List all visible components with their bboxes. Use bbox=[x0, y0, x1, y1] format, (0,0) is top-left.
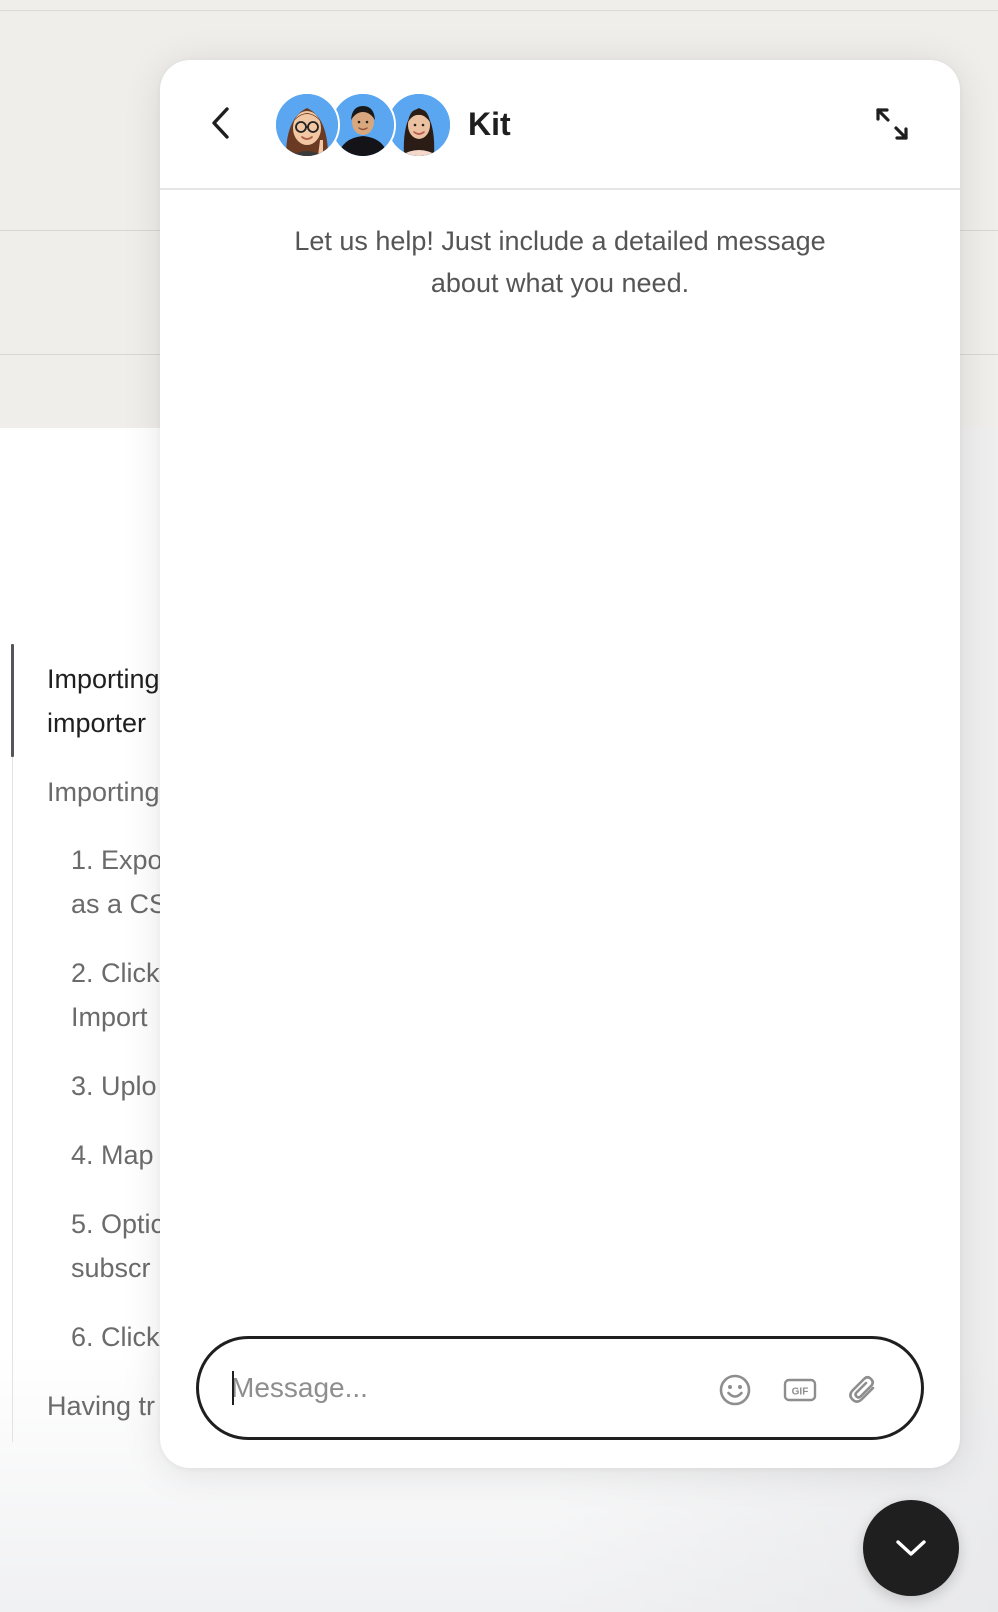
chat-panel: Kit Let us help! Just include a detailed… bbox=[160, 60, 960, 1468]
toc-item[interactable]: 3. Uplo bbox=[71, 1064, 157, 1108]
toc-item[interactable]: 4. Map bbox=[71, 1133, 154, 1177]
message-composer: GIF bbox=[196, 1336, 924, 1440]
toc-item[interactable]: Import bbox=[71, 995, 148, 1039]
gif-label: GIF bbox=[792, 1387, 809, 1398]
toc-item[interactable]: Importing bbox=[47, 657, 160, 701]
attachment-button[interactable] bbox=[844, 1371, 882, 1409]
attachment-icon bbox=[849, 1375, 875, 1403]
gif-icon: GIF bbox=[783, 1378, 817, 1402]
emoji-button[interactable] bbox=[716, 1371, 754, 1409]
chevron-down-icon bbox=[896, 1540, 926, 1556]
toc-item[interactable]: 1. Expo bbox=[71, 838, 163, 882]
messenger-launcher-button[interactable] bbox=[863, 1500, 959, 1596]
text-caret bbox=[232, 1371, 234, 1405]
toc-item[interactable]: subscr bbox=[71, 1246, 151, 1290]
gif-button[interactable]: GIF bbox=[780, 1371, 820, 1409]
expand-button[interactable] bbox=[872, 104, 912, 144]
chat-header: Kit bbox=[160, 60, 960, 190]
toc-item[interactable]: 6. Click bbox=[71, 1315, 160, 1359]
back-button[interactable] bbox=[198, 100, 244, 146]
toc-item[interactable]: Importing bbox=[47, 770, 160, 814]
toc-item[interactable]: Having tr bbox=[47, 1384, 155, 1428]
avatar bbox=[274, 92, 340, 158]
team-name: Kit bbox=[468, 106, 511, 142]
toc-item[interactable]: importer bbox=[47, 701, 146, 745]
chevron-left-icon bbox=[212, 107, 229, 139]
toc-item[interactable]: 2. Click bbox=[71, 951, 160, 995]
expand-arrows-icon bbox=[876, 108, 908, 140]
team-avatars bbox=[274, 92, 454, 158]
message-input[interactable] bbox=[231, 1365, 691, 1411]
emoji-icon bbox=[719, 1374, 751, 1406]
toc-item[interactable]: 5. Optic bbox=[71, 1202, 164, 1246]
intro-message: Let us help! Just include a detailed mes… bbox=[294, 226, 826, 298]
toc-item[interactable]: as a CS bbox=[71, 882, 167, 926]
